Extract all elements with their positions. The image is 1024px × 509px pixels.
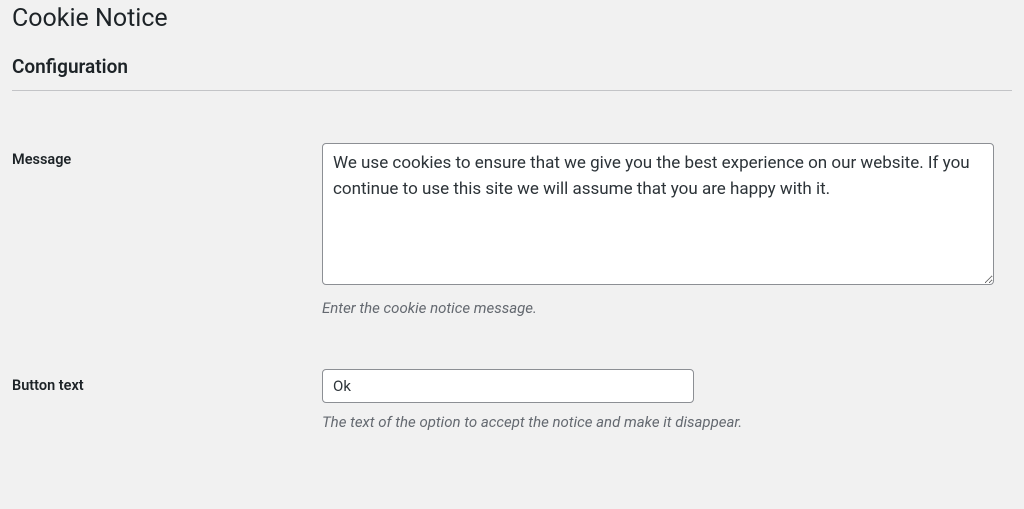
message-textarea[interactable]: We use cookies to ensure that we give yo…: [322, 143, 994, 285]
button-text-label: Button text: [12, 377, 84, 394]
section-title: Configuration: [12, 55, 1012, 78]
button-text-input[interactable]: [322, 369, 694, 403]
settings-form-table: Message We use cookies to ensure that we…: [12, 111, 1012, 451]
button-text-description: The text of the option to accept the not…: [322, 413, 1002, 431]
message-label: Message: [12, 151, 71, 168]
field-row-message: Message We use cookies to ensure that we…: [12, 111, 1012, 337]
section-divider: [12, 90, 1012, 91]
field-row-button-text: Button text The text of the option to ac…: [12, 337, 1012, 451]
message-description: Enter the cookie notice message.: [322, 299, 1002, 317]
page-title: Cookie Notice: [12, 4, 1012, 33]
